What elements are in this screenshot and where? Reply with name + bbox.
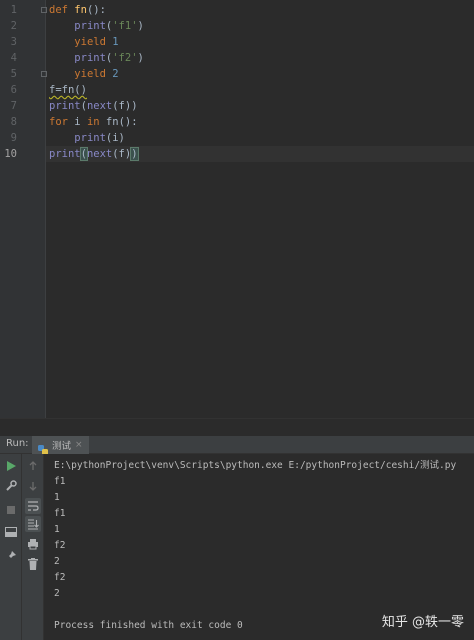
- console-line: 2: [54, 588, 60, 599]
- up-arrow-icon[interactable]: [25, 458, 41, 474]
- code-line[interactable]: def fn():: [49, 2, 474, 18]
- code-line[interactable]: print('f1'): [49, 18, 474, 34]
- code-token: f=fn(): [49, 84, 87, 96]
- code-token: yield: [74, 36, 113, 48]
- console-line: Process finished with exit code 0: [54, 620, 243, 631]
- code-token: in: [86, 116, 106, 128]
- run-tab-label: 测试: [52, 441, 72, 452]
- fold-marker-icon[interactable]: [41, 7, 47, 13]
- code-token: fn: [74, 4, 87, 16]
- wrench-icon[interactable]: [3, 478, 19, 494]
- code-token: 2: [112, 68, 119, 80]
- code-line[interactable]: yield 1: [49, 34, 474, 50]
- fold-marker-icon[interactable]: [41, 71, 47, 77]
- code-token: 'f2': [112, 52, 138, 64]
- line-number: 3: [10, 36, 17, 48]
- console-line: 2: [54, 556, 60, 567]
- run-config-tab[interactable]: 测试 ×: [32, 436, 89, 455]
- watermark: 知乎 @轶一零: [381, 615, 464, 630]
- text-caret: [137, 147, 139, 159]
- console-line: 1: [54, 524, 60, 535]
- line-number: 10: [4, 148, 17, 160]
- trash-icon[interactable]: [25, 556, 41, 572]
- code-token: next: [86, 100, 113, 112]
- code-line[interactable]: for i in fn():: [49, 114, 474, 130]
- console-line: 1: [54, 492, 60, 503]
- line-number: 9: [10, 132, 17, 144]
- code-token: 'f1': [112, 20, 138, 32]
- run-icon[interactable]: [3, 458, 19, 474]
- run-label: Run:: [6, 438, 29, 449]
- layout-icon[interactable]: [3, 524, 19, 540]
- code-token: print: [74, 20, 106, 32]
- code-token: yield: [74, 68, 113, 80]
- code-line[interactable]: print(next(f)): [49, 98, 474, 114]
- run-toolbar-primary: [0, 454, 22, 640]
- scroll-to-end-icon[interactable]: [25, 516, 41, 532]
- line-number: 4: [10, 52, 17, 64]
- code-token: print: [49, 148, 81, 160]
- code-token: for: [49, 116, 75, 128]
- line-number: 5: [10, 68, 17, 80]
- print-icon[interactable]: [25, 536, 41, 552]
- down-arrow-icon[interactable]: [25, 478, 41, 494]
- pin-icon[interactable]: [3, 548, 19, 564]
- line-number: 8: [10, 116, 17, 128]
- console-line: f1: [54, 508, 66, 519]
- run-tool-window-header: Run: 测试 ×: [0, 436, 474, 455]
- line-number: 1: [10, 4, 17, 16]
- code-line[interactable]: print(i): [49, 130, 474, 146]
- console-line: E:\pythonProject\venv\Scripts\python.exe…: [54, 460, 457, 471]
- code-token: next: [86, 148, 113, 160]
- code-token: i: [74, 116, 87, 128]
- code-line[interactable]: yield 2: [49, 66, 474, 82]
- code-token: (f): [112, 148, 132, 160]
- line-number: 7: [10, 100, 17, 112]
- code-line[interactable]: print(next(f)): [46, 146, 474, 162]
- line-number: 6: [10, 84, 17, 96]
- code-token: ): [137, 20, 144, 32]
- code-token: 1: [112, 36, 119, 48]
- python-file-icon: [38, 440, 48, 455]
- stop-icon[interactable]: [3, 502, 19, 518]
- code-token: (i): [105, 132, 125, 144]
- code-token: ():: [86, 4, 106, 16]
- code-line[interactable]: print('f2'): [49, 50, 474, 66]
- console-line: f1: [54, 476, 66, 487]
- soft-wrap-icon[interactable]: [25, 498, 41, 514]
- code-token: print: [74, 52, 106, 64]
- code-editor[interactable]: 1 2 3 4 5 6 7 8 9 10 def fn(): print('f1') yield …: [0, 0, 474, 418]
- code-token: print: [74, 132, 106, 144]
- code-token: (f)): [112, 100, 138, 112]
- code-line[interactable]: f=fn(): [49, 82, 474, 98]
- console-line: f2: [54, 572, 66, 583]
- line-number: 2: [10, 20, 17, 32]
- panel-divider[interactable]: [0, 418, 474, 436]
- line-number-gutter: 1 2 3 4 5 6 7 8 9 10: [0, 0, 47, 418]
- close-icon[interactable]: ×: [75, 440, 83, 450]
- code-token: def: [49, 4, 75, 16]
- run-toolbar-secondary: [22, 454, 44, 640]
- code-token: fn():: [105, 116, 138, 128]
- code-token: print: [49, 100, 81, 112]
- code-token: ): [137, 52, 144, 64]
- console-line: f2: [54, 540, 66, 551]
